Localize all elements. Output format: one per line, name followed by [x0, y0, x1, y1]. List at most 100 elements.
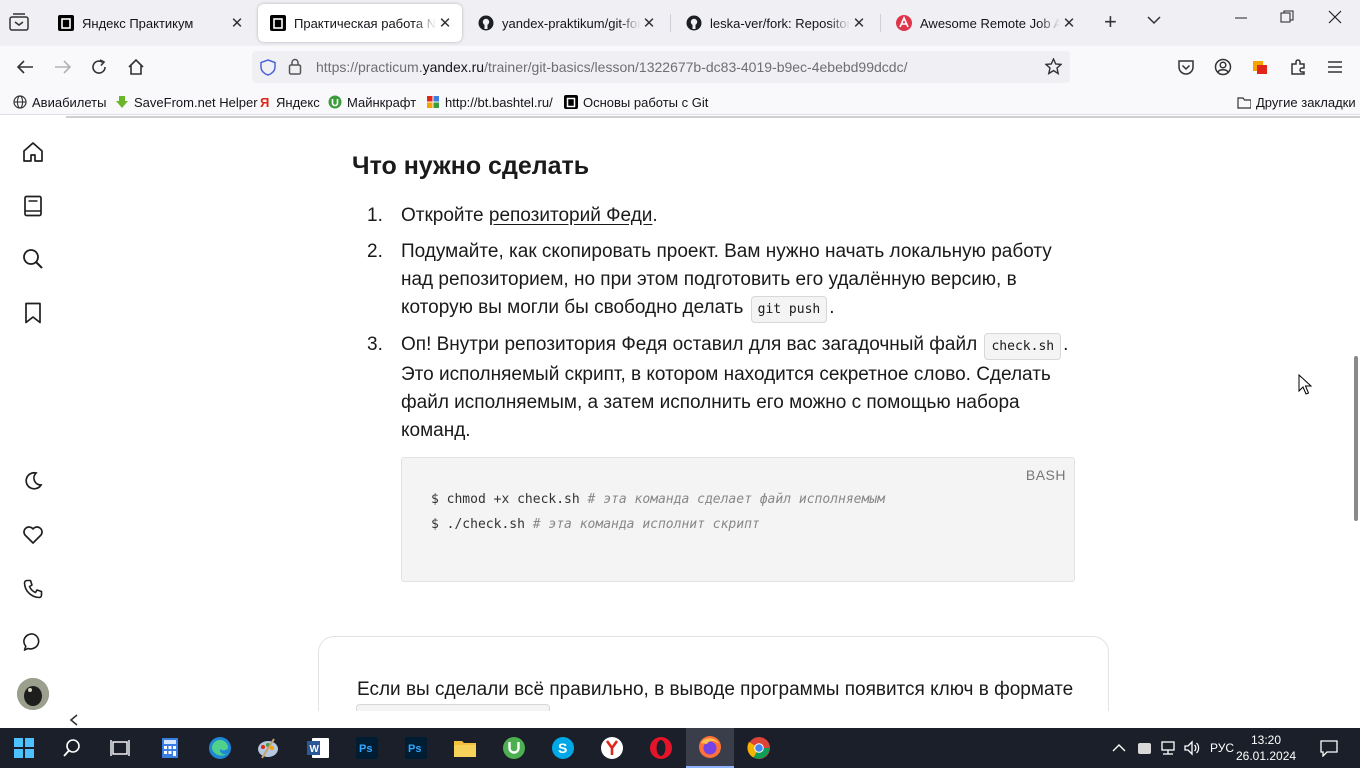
tab-title: Awesome Remote Job Aweso	[920, 15, 1060, 31]
sidebar	[0, 116, 66, 711]
tab-separator	[880, 14, 881, 32]
bookmark-icon[interactable]	[21, 301, 45, 325]
tab-separator	[670, 14, 671, 32]
account-icon[interactable]	[1212, 56, 1234, 78]
step-3-text: Оп! Внутри репозитория Федя оставил для …	[401, 333, 1069, 441]
notifications-icon[interactable]	[1320, 728, 1338, 768]
tracking-protection-icon[interactable]	[260, 59, 276, 81]
close-icon[interactable]: ✕	[228, 14, 246, 32]
back-icon[interactable]	[14, 56, 36, 78]
url-bar[interactable]: https://practicum.yandex.ru/trainer/git-…	[252, 51, 1070, 83]
bookmark-minecraft[interactable]: Майнкрафт	[328, 93, 416, 111]
savefrom-icon	[115, 95, 129, 109]
close-icon[interactable]: ✕	[436, 14, 454, 32]
code-language-label: BASH	[1025, 467, 1066, 483]
svg-text:Ps: Ps	[359, 743, 372, 755]
forward-icon[interactable]	[52, 56, 74, 78]
page-content: Что нужно сделать 1. Откройте репозитори…	[0, 116, 1360, 711]
minimize-icon[interactable]	[1218, 10, 1264, 29]
network-icon[interactable]	[1159, 728, 1177, 768]
extensions-puzzle-icon[interactable]	[1287, 56, 1309, 78]
system-clock[interactable]: 13:20 26.01.2024	[1236, 732, 1296, 764]
lock-icon[interactable]	[288, 58, 302, 80]
edge-browser-icon[interactable]	[196, 728, 244, 768]
volume-icon[interactable]	[1183, 728, 1201, 768]
word-icon[interactable]: W	[294, 728, 342, 768]
close-icon[interactable]: ✕	[850, 14, 868, 32]
close-icon[interactable]: ✕	[1060, 14, 1078, 32]
windows-start-icon[interactable]	[0, 728, 48, 768]
tab-practical-work[interactable]: Практическая работа №1. Г ✕	[258, 4, 462, 42]
list-all-tabs-icon[interactable]	[1146, 12, 1162, 33]
tab-github-git-fork[interactable]: yandex-praktikum/git-fork-e ✕	[466, 4, 666, 42]
task-view-icon[interactable]	[96, 728, 144, 768]
utorrent-icon[interactable]	[490, 728, 538, 768]
tab-awesome-remote-job[interactable]: Awesome Remote Job Aweso ✕	[884, 4, 1086, 42]
tab-title: yandex-praktikum/git-fork-e	[502, 15, 640, 31]
chrome-icon[interactable]	[735, 728, 783, 768]
folder-icon	[1237, 95, 1251, 109]
tab-yandex-practicum[interactable]: Яндекс Практикум ✕	[46, 4, 254, 42]
horizontal-scrollbar[interactable]	[66, 711, 1360, 727]
vertical-scrollbar[interactable]	[1354, 356, 1358, 521]
home-icon[interactable]	[21, 140, 45, 164]
bookmark-bashtel[interactable]: http://bt.bashtel.ru/	[426, 93, 553, 111]
new-tab-button[interactable]: +	[1104, 9, 1117, 35]
inline-code-check-sh: check.sh	[984, 333, 1062, 360]
menu-hamburger-icon[interactable]	[1324, 56, 1346, 78]
bookmark-yandex[interactable]: Я Яндекс	[257, 93, 320, 111]
pocket-icon[interactable]	[1175, 56, 1197, 78]
other-bookmarks-folder[interactable]: Другие закладки	[1237, 93, 1356, 111]
restore-icon[interactable]	[1264, 10, 1310, 29]
svg-text:Ps: Ps	[408, 743, 421, 755]
result-card: Если вы сделали всё правильно, в выводе …	[318, 636, 1109, 711]
book-icon[interactable]	[21, 194, 45, 218]
tab-list-icon[interactable]	[8, 12, 32, 34]
bookmark-git-basics[interactable]: Основы работы с Git	[564, 93, 708, 111]
paint-palette-icon[interactable]	[244, 728, 292, 768]
step-1-text: Откройте репозиторий Феди.	[401, 205, 658, 226]
bookmark-savefrom[interactable]: SaveFrom.net Helper	[115, 93, 258, 111]
onedrive-icon[interactable]	[1136, 728, 1154, 768]
show-hidden-icons[interactable]	[1112, 728, 1126, 768]
close-icon[interactable]: ✕	[640, 14, 658, 32]
heart-icon[interactable]	[21, 523, 45, 547]
github-icon	[478, 15, 494, 31]
tab-bar: Яндекс Практикум ✕ Практическая работа №…	[0, 0, 1360, 46]
code-block[interactable]: BASH $ chmod +x check.sh # эта команда с…	[401, 457, 1075, 582]
section-heading: Что нужно сделать	[352, 152, 590, 180]
practicum-icon	[270, 15, 286, 31]
bookmark-aviabilety[interactable]: Авиабилеты	[13, 93, 106, 111]
bookmark-star-icon[interactable]	[1044, 57, 1063, 80]
search-icon[interactable]	[21, 247, 45, 271]
reload-icon[interactable]	[88, 56, 110, 78]
moon-icon[interactable]	[21, 469, 45, 493]
step-2-text: Подумайте, как скопировать проект. Вам н…	[401, 238, 1073, 324]
photoshop-icon[interactable]: Ps	[343, 728, 391, 768]
extension-colored-icon[interactable]	[1249, 56, 1271, 78]
file-explorer-icon[interactable]	[441, 728, 489, 768]
url-text[interactable]: https://practicum.yandex.ru/trainer/git-…	[316, 59, 907, 75]
window-close-icon[interactable]	[1312, 10, 1358, 29]
firefox-icon[interactable]	[686, 728, 734, 768]
tab-github-leska-fork[interactable]: leska-ver/fork: Repository fo ✕	[674, 4, 876, 42]
utorrent-icon	[328, 95, 342, 109]
phone-icon[interactable]	[21, 577, 45, 601]
code-line: $ ./check.sh # эта команда исполнит скри…	[431, 517, 760, 532]
calculator-icon[interactable]	[146, 728, 194, 768]
practicum-icon	[564, 95, 578, 109]
home-icon[interactable]	[125, 56, 147, 78]
input-language-indicator[interactable]: РУС	[1210, 728, 1234, 768]
svg-text:S: S	[558, 740, 567, 756]
repository-link[interactable]: репозиторий Феди	[489, 205, 653, 226]
chat-icon[interactable]	[21, 630, 45, 654]
windows-taskbar: W Ps Ps S РУС 13:20 26.01.2024	[0, 728, 1360, 768]
opera-icon[interactable]	[637, 728, 685, 768]
navigation-toolbar: https://practicum.yandex.ru/trainer/git-…	[0, 46, 1360, 88]
yandex-browser-icon[interactable]	[588, 728, 636, 768]
photoshop-icon[interactable]: Ps	[392, 728, 440, 768]
taskbar-search-icon[interactable]	[48, 728, 96, 768]
step-number: 2.	[367, 241, 383, 262]
avatar[interactable]	[17, 678, 49, 710]
skype-icon[interactable]: S	[539, 728, 587, 768]
